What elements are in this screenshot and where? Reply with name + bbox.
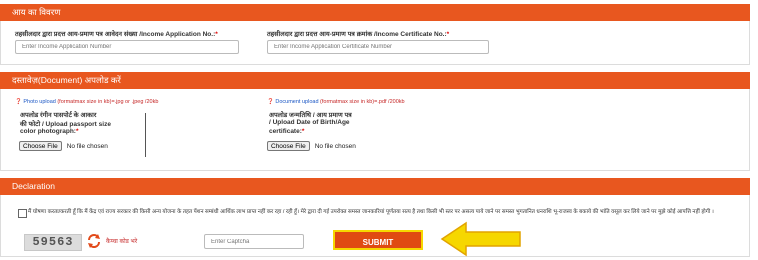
photo-choose-file-button[interactable]: Choose File [19,141,62,151]
submit-button[interactable]: SUBMIT [333,230,423,250]
photo-label-line1: अपलोड रंगीन पासपोर्ट के आकार [20,112,97,119]
photo-upload-hint: ❓ Photo upload (formatmax size in kb)=.j… [15,99,159,105]
photo-label-line2: की फोटो / Upload passport size [20,121,111,128]
income-cert-no-input[interactable] [267,40,489,54]
refresh-captcha-icon[interactable] [86,233,102,249]
captcha-input[interactable] [204,234,304,249]
declaration-section-header: Declaration [0,178,750,195]
income-section-header: आय का विवरण [0,4,750,21]
income-cert-no-label: तहसीलदार द्वारा प्रदत्त आय-प्रमाण पत्र क… [267,31,450,38]
captcha-image: 59563 [24,234,82,251]
photo-label-line3: color photograph:* [20,128,79,135]
income-section-title: आय का विवरण [12,7,61,17]
document-section-title: दस्तावेज़(Document) अपलोड करें [12,75,121,85]
declaration-text: मैं घोषणा करता/करती हूँ कि मैं केंद्र एव… [28,209,714,215]
document-file-status: No file chosen [314,142,356,150]
document-section-header: दस्तावेज़(Document) अपलोड करें [0,72,750,89]
income-app-no-label: तहसीलदार द्वारा प्रदत्त आय-प्रमाण पत्र आ… [15,31,218,38]
info-icon: ❓ [267,99,274,105]
declaration-section-title: Declaration [12,181,55,191]
photo-divider [145,113,146,157]
pointing-arrow-icon [440,221,521,257]
document-label-line3: certificate:* [269,128,305,135]
income-app-no-input[interactable] [15,40,239,54]
document-label-line1: अपलोड जन्मतिथि / आय प्रमाण पत्र [269,112,352,119]
captcha-hint-text: कैप्चा कोड भरे [106,239,138,245]
document-file-picker: Choose File No file chosen [267,141,356,151]
document-label-line2: / Upload Date of Birth/Age [269,119,350,126]
document-section-body: ❓ Photo upload (formatmax size in kb)=.j… [0,89,750,171]
income-section-body: तहसीलदार द्वारा प्रदत्त आय-प्रमाण पत्र आ… [0,21,750,65]
photo-file-picker: Choose File No file chosen [19,141,108,151]
document-upload-hint: ❓ Document upload (formatmax size in kb)… [267,99,405,105]
photo-file-status: No file chosen [66,142,108,150]
document-choose-file-button[interactable]: Choose File [267,141,310,151]
info-icon: ❓ [15,99,22,105]
declaration-checkbox[interactable] [18,209,27,218]
